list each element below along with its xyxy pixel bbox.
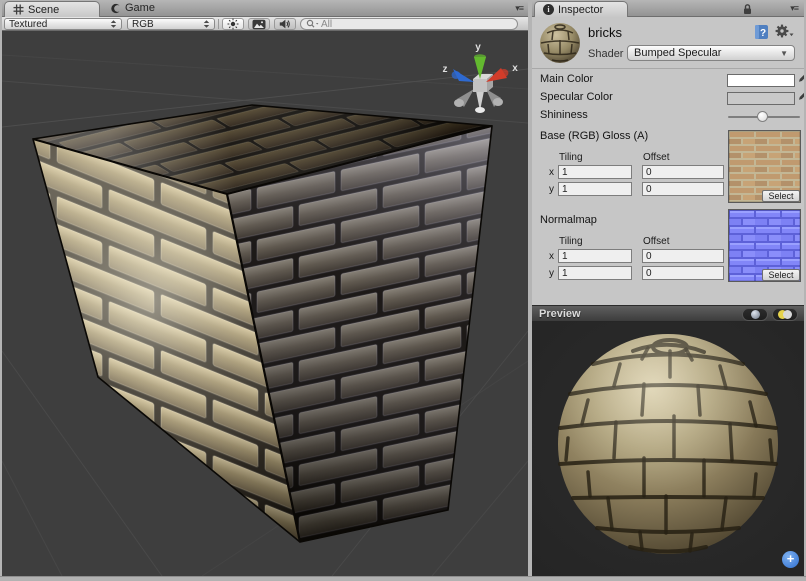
gizmo-z-label: z	[443, 64, 448, 75]
scene-toolbar: Textured RGB	[2, 17, 528, 31]
normal-x-label: x	[549, 251, 554, 262]
base-offset-y-input[interactable]	[642, 182, 724, 196]
inspector-panel: i Inspector ▾≡	[532, 0, 804, 576]
base-tiling-header: Tiling	[559, 152, 583, 163]
shader-label: Shader	[588, 48, 623, 60]
window-bottom-edge	[0, 576, 806, 581]
scene-orientation-gizmo[interactable]: y x z	[443, 42, 519, 113]
specular-color-label: Specular Color	[540, 91, 613, 103]
speaker-icon	[279, 19, 291, 29]
preview-sphere-render	[532, 322, 804, 576]
normal-offset-header: Offset	[643, 236, 670, 247]
tab-game[interactable]: Game	[110, 0, 155, 16]
tab-inspector[interactable]: i Inspector	[534, 1, 628, 17]
tab-inspector-label: Inspector	[558, 4, 603, 16]
normal-offset-x-input[interactable]	[642, 249, 724, 263]
shininess-label: Shininess	[540, 109, 588, 121]
info-icon: i	[543, 4, 554, 15]
inspector-menu-icon[interactable]: ▾≡	[790, 3, 798, 14]
help-book-icon[interactable]: ?	[754, 24, 769, 40]
scene-search-box[interactable]	[300, 18, 518, 30]
base-tiling-y-input[interactable]	[558, 182, 632, 196]
normal-y-label: y	[549, 268, 554, 279]
normal-tiling-y-input[interactable]	[558, 266, 632, 280]
gizmo-x-label: x	[512, 63, 518, 74]
gizmo-x-axis: x	[486, 63, 518, 82]
preview-shape-button[interactable]	[742, 308, 768, 321]
svg-text:?: ?	[760, 28, 766, 39]
normal-map-label: Normalmap	[540, 214, 597, 226]
base-offset-x-input[interactable]	[642, 165, 724, 179]
grid-icon	[13, 4, 24, 15]
color-mode-dropdown[interactable]: RGB	[127, 18, 215, 30]
preview-header[interactable]: Preview	[532, 305, 804, 322]
material-preview-thumb	[538, 21, 582, 65]
shininess-slider-thumb[interactable]	[757, 111, 768, 122]
inspector-tabbar: i Inspector ▾≡	[532, 0, 804, 17]
normal-texture-thumb[interactable]: Select	[728, 209, 801, 282]
preview-title: Preview	[539, 308, 581, 320]
scene-tabbar: Scene Game ▾≡	[2, 0, 528, 17]
normal-offset-y-input[interactable]	[642, 266, 724, 280]
normal-tiling-x-input[interactable]	[558, 249, 632, 263]
scene-panel: Scene Game ▾≡ Textured RGB	[2, 0, 528, 576]
shader-dropdown[interactable]: Bumped Specular ▼	[627, 45, 795, 61]
main-color-label: Main Color	[540, 73, 593, 85]
audio-toggle-button[interactable]	[274, 18, 296, 30]
shader-value: Bumped Specular	[634, 47, 721, 59]
color-mode-value: RGB	[132, 19, 154, 30]
base-map-label: Base (RGB) Gloss (A)	[540, 130, 648, 142]
material-name: bricks	[588, 25, 622, 40]
sphere-icon	[751, 310, 760, 319]
header-divider	[532, 68, 804, 69]
lighting-toggle-button[interactable]	[222, 18, 244, 30]
updown-arrows-icon	[110, 19, 117, 29]
tab-game-label: Game	[125, 2, 155, 14]
tab-scene-label: Scene	[28, 4, 59, 16]
preview-viewport[interactable]: +	[532, 322, 804, 576]
preview-expand-button[interactable]: +	[782, 551, 799, 568]
scene-render: y x z	[2, 31, 528, 576]
image-icon	[252, 19, 266, 30]
dropdown-caret-icon: ▼	[780, 49, 788, 58]
gizmo-y-label: y	[475, 42, 481, 53]
preview-lighting-button[interactable]	[772, 308, 798, 321]
scene-viewport[interactable]: y x z	[2, 31, 528, 576]
inspector-body: bricks Shader Bumped Specular ▼ ?	[532, 17, 804, 576]
sun-icon	[227, 18, 239, 30]
normal-tiling-header: Tiling	[559, 236, 583, 247]
unity-editor-window: Scene Game ▾≡ Textured RGB	[0, 0, 806, 581]
search-icon	[306, 19, 319, 29]
gizmo-z-axis: z	[443, 64, 475, 82]
base-offset-header: Offset	[643, 152, 670, 163]
base-y-label: y	[549, 184, 554, 195]
light-circles-icon	[778, 310, 792, 319]
base-texture-thumb[interactable]: Select	[728, 130, 801, 203]
lock-icon[interactable]	[742, 3, 753, 15]
base-x-label: x	[549, 167, 554, 178]
search-input[interactable]	[321, 19, 491, 30]
updown-arrows-icon	[203, 19, 210, 29]
specular-color-swatch[interactable]	[727, 92, 795, 105]
draw-mode-dropdown[interactable]: Textured	[4, 18, 122, 30]
main-color-swatch[interactable]	[727, 74, 795, 87]
toolbar-divider	[218, 19, 219, 29]
gear-menu-icon[interactable]	[775, 24, 794, 39]
skybox-toggle-button[interactable]	[248, 18, 270, 30]
normal-texture-select-button[interactable]: Select	[762, 269, 800, 281]
scene-menu-icon[interactable]: ▾≡	[515, 3, 523, 14]
draw-mode-value: Textured	[9, 19, 47, 30]
brick-cube[interactable]	[33, 105, 492, 542]
tab-scene[interactable]: Scene	[4, 1, 100, 17]
game-icon	[110, 3, 121, 14]
base-tiling-x-input[interactable]	[558, 165, 632, 179]
base-texture-select-button[interactable]: Select	[762, 190, 800, 202]
